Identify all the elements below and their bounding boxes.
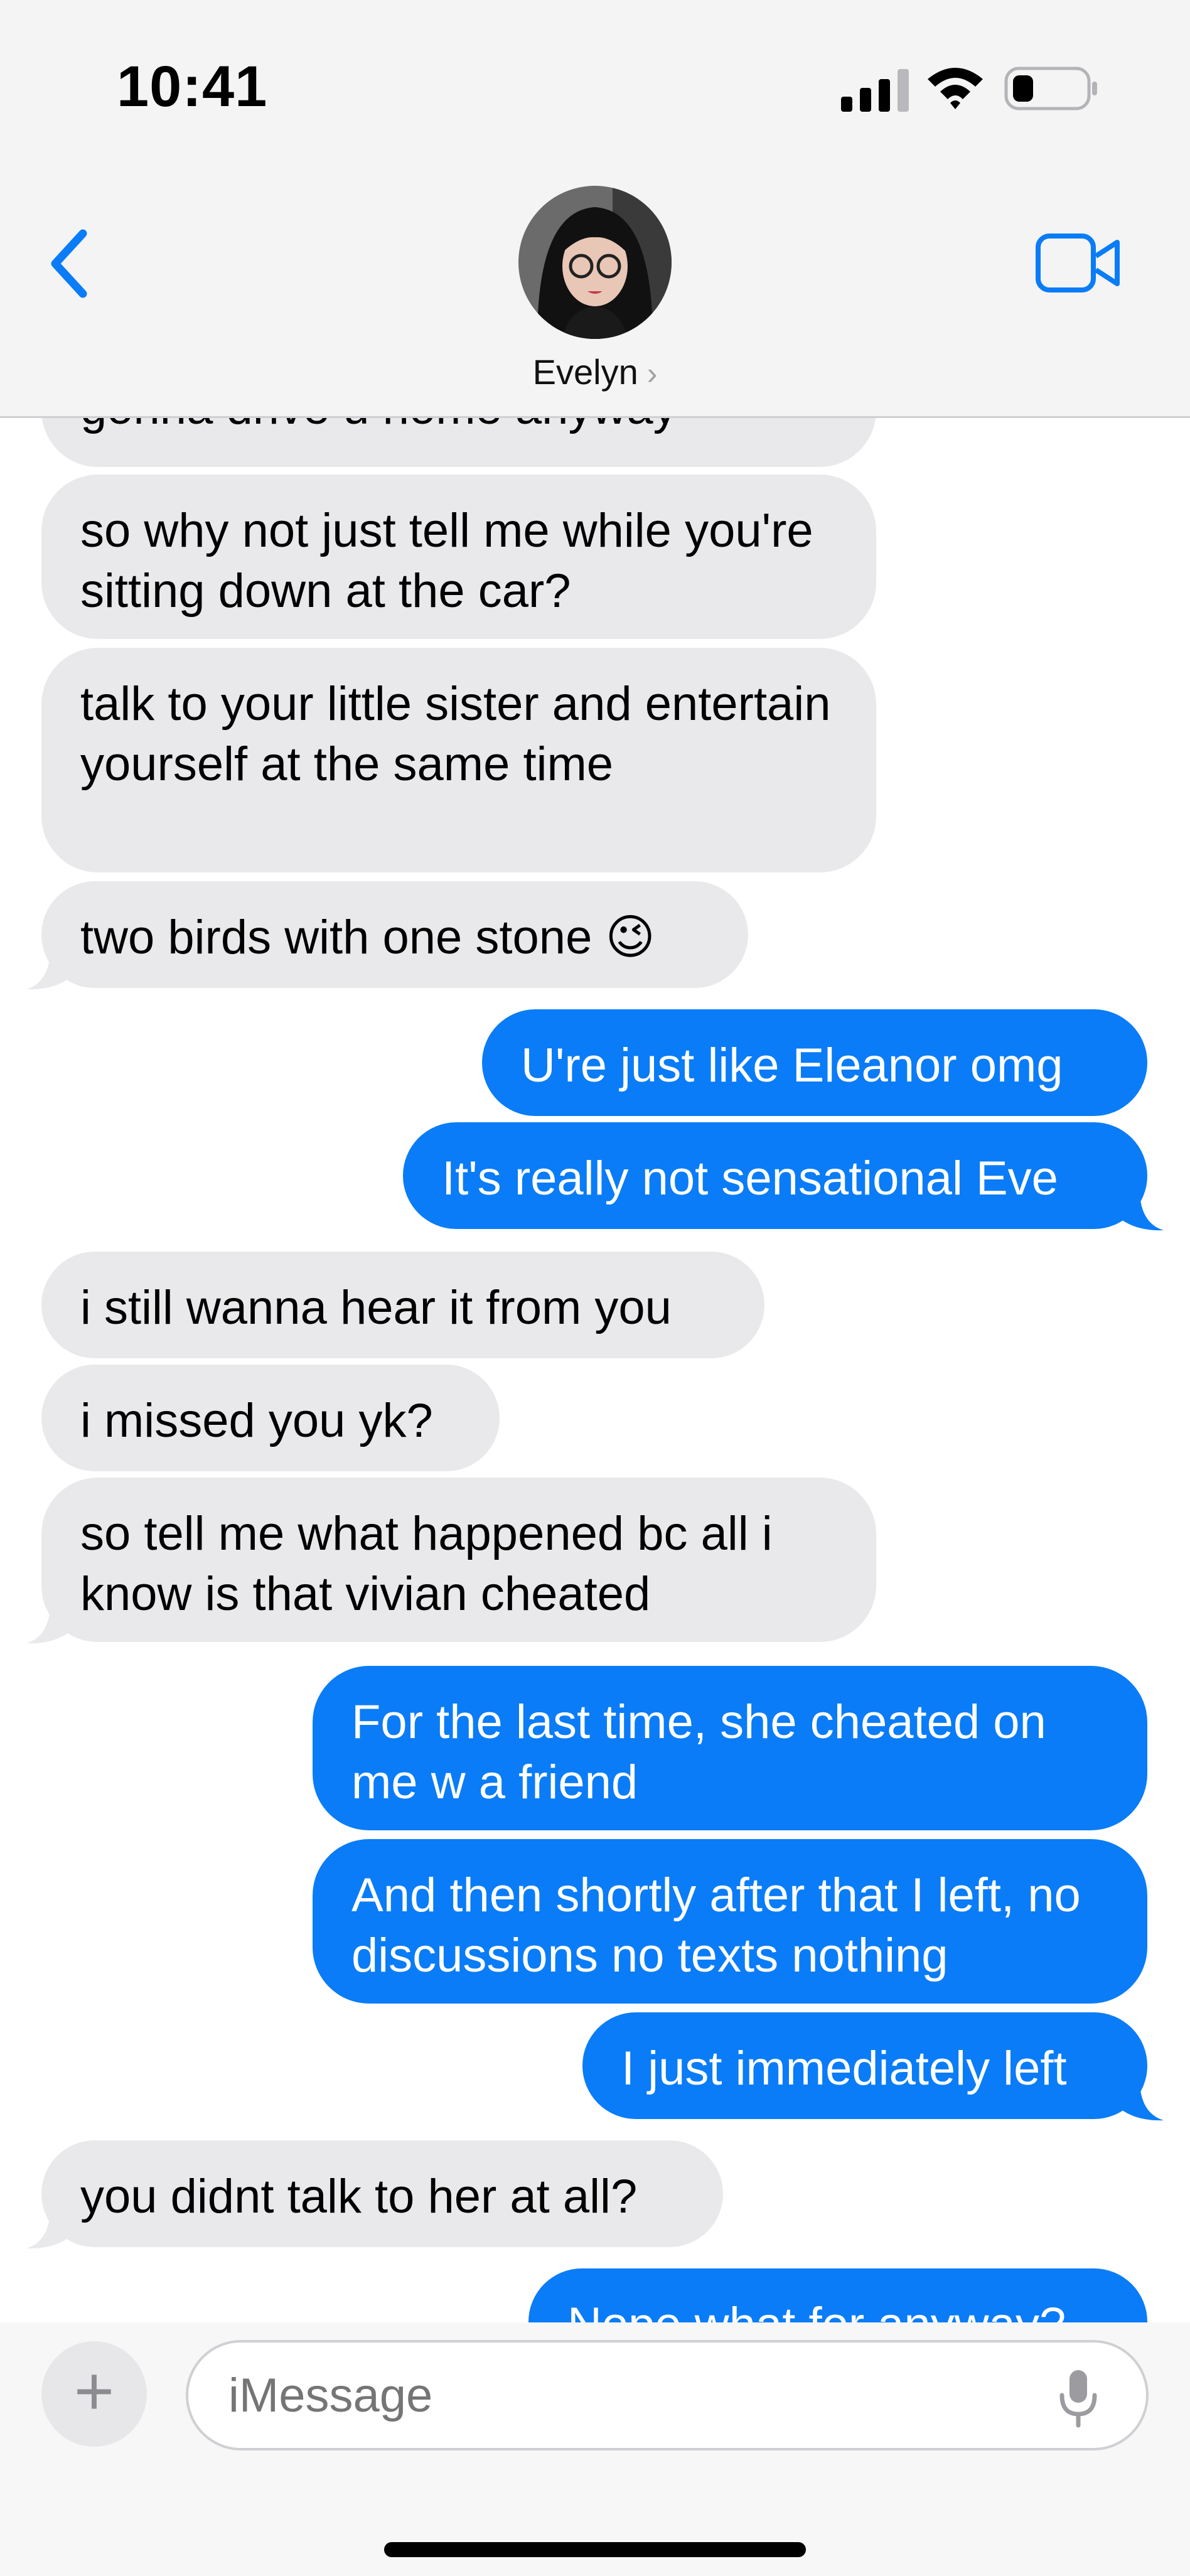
message-text: U're just like Eleanor omg	[521, 1039, 1063, 1092]
avatar[interactable]	[518, 186, 672, 339]
video-camera-icon[interactable]	[1036, 233, 1121, 292]
chevron-left-icon[interactable]	[44, 226, 100, 301]
contact-name[interactable]: Evelyn ›	[0, 352, 1190, 392]
message-input[interactable]	[186, 2340, 1149, 2450]
bubble-tail	[26, 1608, 75, 1644]
message-text: It's really not sensational Eve	[442, 1152, 1058, 1205]
message-bubble-outgoing[interactable]: It's really not sensational Eve	[403, 1122, 1147, 1229]
message-text: For the last time, she cheated on me w a…	[351, 1695, 1046, 1809]
message-bubble-incoming[interactable]: two birds with one stone 😉	[41, 881, 748, 988]
message-bubble-outgoing[interactable]: Nope what for anyway?	[528, 2268, 1147, 2322]
microphone-icon[interactable]	[1058, 2368, 1098, 2430]
message-text: two birds with one stone 😉	[80, 911, 655, 964]
message-bubble-incoming[interactable]: i still wanna hear it from you	[41, 1252, 764, 1358]
message-text: i missed you yk?	[80, 1394, 433, 1447]
message-text: talk to your little sister and entertain…	[80, 677, 831, 791]
compose-bar: +	[0, 2322, 1190, 2576]
bubble-tail	[1115, 2085, 1164, 2121]
message-text: And then shortly after that I left, no d…	[351, 1869, 1081, 1982]
chevron-right-icon: ›	[646, 356, 658, 391]
message-text: you didnt talk to her at all?	[80, 2170, 638, 2223]
message-bubble-incoming[interactable]: so tell me what happened bc all i know i…	[41, 1478, 876, 1642]
wifi-icon	[928, 68, 983, 109]
contact-name-label: Evelyn	[532, 352, 638, 392]
messages-screen: gonna drive u home anyway so why not jus…	[0, 0, 1190, 2576]
message-text: so tell me what happened bc all i know i…	[80, 1507, 773, 1621]
message-bubble-outgoing[interactable]: For the last time, she cheated on me w a…	[313, 1666, 1147, 1830]
bubble-tail	[26, 954, 75, 990]
battery-icon	[1004, 67, 1097, 110]
message-bubble-incoming[interactable]: you didnt talk to her at all?	[41, 2140, 723, 2247]
message-bubble-outgoing[interactable]: U're just like Eleanor omg	[482, 1009, 1147, 1116]
bubble-tail	[26, 2213, 75, 2249]
status-time: 10:41	[117, 55, 268, 119]
message-bubble-outgoing[interactable]: And then shortly after that I left, no d…	[313, 1839, 1147, 2004]
home-indicator	[384, 2542, 806, 2557]
conversation-header: 10:41 Evelyn ›	[0, 0, 1190, 418]
message-text: Nope what for anyway?	[567, 2298, 1066, 2322]
cellular-signal-icon	[841, 69, 909, 112]
message-text: so why not just tell me while you're sit…	[80, 504, 813, 618]
message-bubble-incoming[interactable]: i missed you yk?	[41, 1365, 500, 1471]
plus-button[interactable]: +	[41, 2341, 147, 2447]
message-bubble-outgoing[interactable]: I just immediately left	[582, 2012, 1147, 2119]
bubble-tail	[1115, 1195, 1164, 1231]
message-text: i still wanna hear it from you	[80, 1281, 672, 1334]
message-text: I just immediately left	[621, 2042, 1067, 2095]
message-bubble-incoming[interactable]: talk to your little sister and entertain…	[41, 648, 876, 872]
message-bubble-incoming[interactable]: so why not just tell me while you're sit…	[41, 475, 876, 639]
